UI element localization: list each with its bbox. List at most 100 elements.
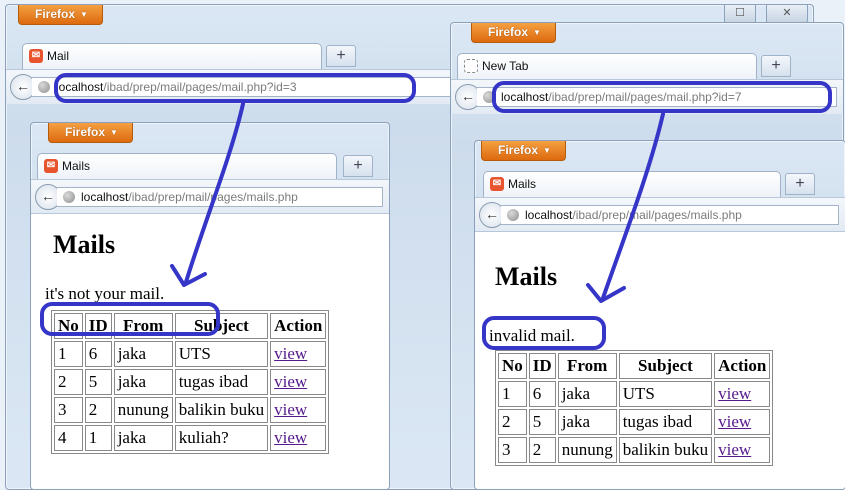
cell-from: nunung [113,397,173,423]
tab-mails[interactable]: ✉ Mails [37,153,337,179]
tab-label: Mails [508,177,537,191]
cell-from: jaka [557,381,617,407]
column-header: From [113,313,173,339]
url-host: localhost [81,190,129,204]
firefox-menu-button[interactable]: Firefox ▼ [481,141,566,161]
url-bar[interactable]: localhost/ibad/prep/mail/pages/mails.php [57,187,383,207]
new-tab-button[interactable]: + [761,55,791,77]
status-message: invalid mail. [489,326,575,345]
url-host: localhost [525,208,573,222]
url-bar[interactable]: localhost/ibad/prep/mail/pages/mail.php?… [477,87,837,107]
cell-from: jaka [113,425,173,451]
table-row: 2 5 jaka tugas ibad view [54,369,327,395]
url-path: /ibad/prep/mail/pages/mails.php [572,208,742,222]
tab-label: New Tab [482,59,529,73]
page-content: Mails invalid mail. No ID From Subject A… [475,231,845,489]
firefox-menu-button[interactable]: Firefox ▼ [48,123,133,143]
page-content: Mails it's not your mail. No ID From Sub… [31,213,389,489]
cell-action: view [270,397,327,423]
cell-id: 2 [84,397,112,423]
view-link[interactable]: view [274,372,307,391]
mails-table: No ID From Subject Action 1 6 jaka UTS v… [51,310,330,454]
mail-favicon-icon: ✉ [490,177,504,191]
firefox-menu-button[interactable]: Firefox ▼ [471,23,556,43]
right-inner-browser-window: Firefox ▼ ✉ Mails + ← localhost/ibad/prep… [474,140,845,490]
new-tab-button[interactable]: + [326,45,356,67]
mails-table: No ID From Subject Action 1 6 jaka UTS v… [495,350,774,466]
column-header: Action [714,353,771,379]
plus-icon: + [771,57,781,74]
cell-action: view [714,381,771,407]
cell-action: view [270,425,327,451]
new-tab-button[interactable]: + [785,173,815,195]
column-header: No [498,353,527,379]
cell-no: 3 [54,397,83,423]
caret-down-icon: ▼ [80,10,88,19]
table-row: 3 2 nunung balikin buku view [54,397,327,423]
tab-new-tab[interactable]: New Tab [457,53,757,79]
cell-no: 3 [498,437,527,463]
view-link[interactable]: view [274,428,307,447]
view-link[interactable]: view [718,440,751,459]
cell-subject: tugas ibad [618,409,713,435]
page-title: Mails [53,230,116,259]
view-link[interactable]: view [718,384,751,403]
table-row: 2 5 jaka tugas ibad view [498,409,771,435]
caret-down-icon: ▼ [533,28,541,37]
cell-from: nunung [557,437,617,463]
tab-mails[interactable]: ✉ Mails [483,171,781,197]
left-inner-browser-window: Firefox ▼ ✉ Mails + ← localhost/ibad/prep… [30,122,390,490]
table-row: 3 2 nunung balikin buku view [498,437,771,463]
globe-icon [63,191,75,203]
cell-from: jaka [557,409,617,435]
url-path: /ibad/prep/mail/pages/mails.php [128,190,298,204]
new-tab-button[interactable]: + [343,155,373,177]
column-header: No [54,313,83,339]
back-arrow-icon: ← [41,188,55,204]
caret-down-icon: ▼ [110,128,118,137]
navigation-bar: ← localhost/ibad/prep/mail/pages/mail.ph… [451,79,843,114]
column-header: ID [528,353,556,379]
globe-icon [483,91,495,103]
cell-action: view [714,409,771,435]
cell-action: view [270,341,327,367]
cell-no: 2 [54,369,83,395]
status-message: it's not your mail. [45,284,165,303]
cell-no: 1 [54,341,83,367]
firefox-menu-button[interactable]: Firefox ▼ [18,5,103,25]
table-row: 4 1 jaka kuliah? view [54,425,327,451]
navigation-bar: ← localhost/ibad/prep/mail/pages/mails.p… [475,197,845,232]
url-path: /ibad/prep/mail/pages/mail.php?id=7 [548,90,742,104]
cell-id: 5 [84,369,112,395]
url-host: localhost [501,90,549,104]
cell-no: 2 [498,409,527,435]
url-path: /ibad/prep/mail/pages/mail.php?id=3 [103,80,297,94]
mail-favicon-icon: ✉ [29,49,43,63]
column-header: Action [270,313,327,339]
view-link[interactable]: view [718,412,751,431]
blank-page-icon [464,59,478,73]
cell-id: 2 [528,437,556,463]
url-host: localhost [56,80,104,94]
navigation-bar: ← localhost/ibad/prep/mail/pages/mails.p… [31,179,389,214]
cell-subject: tugas ibad [174,369,269,395]
plus-icon: + [336,47,346,64]
page-title: Mails [495,262,558,291]
globe-icon [38,81,50,93]
cell-no: 4 [54,425,83,451]
column-header: ID [84,313,112,339]
table-row: 1 6 jaka UTS view [498,381,771,407]
plus-icon: + [353,157,363,174]
cell-subject: UTS [174,341,269,367]
view-link[interactable]: view [274,400,307,419]
column-header: Subject [174,313,269,339]
url-bar[interactable]: localhost/ibad/prep/mail/pages/mails.php [501,205,839,225]
view-link[interactable]: view [274,344,307,363]
cell-subject: balikin buku [174,397,269,423]
tab-mail[interactable]: ✉ Mail [22,43,322,69]
table-row: 1 6 jaka UTS view [54,341,327,367]
cell-id: 5 [528,409,556,435]
back-arrow-icon: ← [461,88,475,104]
table-header-row: No ID From Subject Action [54,313,327,339]
cell-action: view [714,437,771,463]
